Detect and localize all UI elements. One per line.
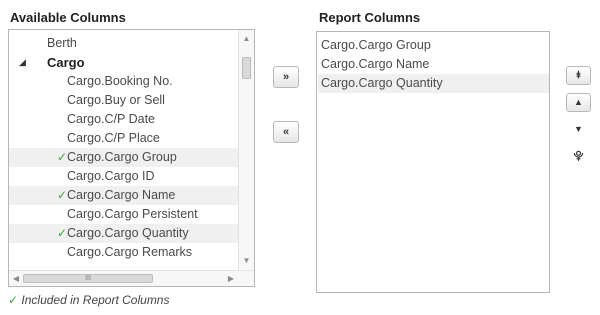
available-vertical-scrollbar[interactable]: ▲ ▼ <box>238 30 254 270</box>
available-list-item[interactable]: Cargo.Buy or Sell <box>9 91 238 110</box>
available-item-label: Cargo.Cargo Remarks <box>67 245 193 259</box>
available-list-item[interactable]: ✓ Cargo.Cargo Name <box>9 186 238 205</box>
available-list-item[interactable]: Cargo.Cargo Persistent <box>9 205 238 224</box>
expand-triangle-icon[interactable]: ◢ <box>19 53 26 72</box>
available-list-item[interactable]: Cargo.Booking No. <box>9 72 238 91</box>
available-item-label: Cargo.C/P Place <box>67 131 160 145</box>
scroll-left-arrow-icon[interactable]: ◀ <box>9 271 23 286</box>
available-item-label: Cargo.Cargo ID <box>67 169 155 183</box>
move-bottom-button[interactable]: ⯓ <box>566 147 591 166</box>
available-list-item[interactable]: ◢ Cargo <box>9 53 238 72</box>
available-item-label: Cargo.Booking No. <box>67 74 173 88</box>
available-columns-list[interactable]: Berth ◢ Cargo Cargo.Booking No. Cargo.Buy or… <box>8 29 255 287</box>
vertical-scroll-thumb[interactable] <box>242 57 251 79</box>
report-list-item[interactable]: Cargo.Cargo Name <box>321 55 549 74</box>
available-list-item[interactable]: Berth <box>9 34 238 53</box>
available-item-label: Berth <box>47 36 77 50</box>
available-item-label: Cargo.Cargo Name <box>67 188 176 202</box>
legend: ✓ Included in Report Columns <box>8 293 169 307</box>
check-icon: ✓ <box>57 226 68 240</box>
check-icon: ✓ <box>57 188 68 202</box>
horizontal-scroll-thumb[interactable]: III <box>23 274 153 283</box>
check-icon: ✓ <box>57 150 68 164</box>
move-up-button[interactable]: ▲ <box>566 93 591 112</box>
report-list-item[interactable]: Cargo.Cargo Quantity <box>318 74 549 93</box>
scroll-right-arrow-icon[interactable]: ▶ <box>224 271 238 286</box>
report-list-item[interactable]: Cargo.Cargo Group <box>321 36 549 55</box>
scroll-down-arrow-icon[interactable]: ▼ <box>239 254 254 268</box>
move-top-button[interactable]: ⯒ <box>566 66 591 85</box>
available-item-label: Cargo.C/P Date <box>67 112 156 126</box>
report-columns-header: Report Columns <box>319 10 421 25</box>
available-item-label: Cargo.Cargo Group <box>67 150 177 164</box>
remove-column-button[interactable]: « <box>273 121 299 143</box>
available-item-label: Cargo <box>47 55 85 70</box>
available-horizontal-scrollbar[interactable]: ◀ III ▶ <box>9 270 254 286</box>
scroll-up-arrow-icon[interactable]: ▲ <box>239 32 254 46</box>
available-item-label: Cargo.Buy or Sell <box>67 93 165 107</box>
available-list-item[interactable]: ✓ Cargo.Cargo Quantity <box>9 224 238 243</box>
add-column-button[interactable]: » <box>273 66 299 88</box>
available-list-item[interactable]: ✓ Cargo.Cargo Group <box>9 148 238 167</box>
available-item-label: Cargo.Cargo Persistent <box>67 207 198 221</box>
available-list-item[interactable]: Cargo.C/P Place <box>9 129 238 148</box>
move-down-button[interactable]: ▼ <box>566 120 591 139</box>
available-columns-header: Available Columns <box>10 10 126 25</box>
available-list-item[interactable]: Cargo.Cargo Remarks <box>9 243 238 262</box>
check-icon: ✓ <box>8 293 19 307</box>
available-item-label: Cargo.Cargo Quantity <box>67 226 189 240</box>
report-columns-list[interactable]: Cargo.Cargo Group Cargo.Cargo Name Cargo.C… <box>316 31 550 293</box>
available-list-item[interactable]: Cargo.Cargo ID <box>9 167 238 186</box>
available-list-item[interactable]: Cargo.C/P Date <box>9 110 238 129</box>
legend-text: Included in Report Columns <box>21 293 170 307</box>
